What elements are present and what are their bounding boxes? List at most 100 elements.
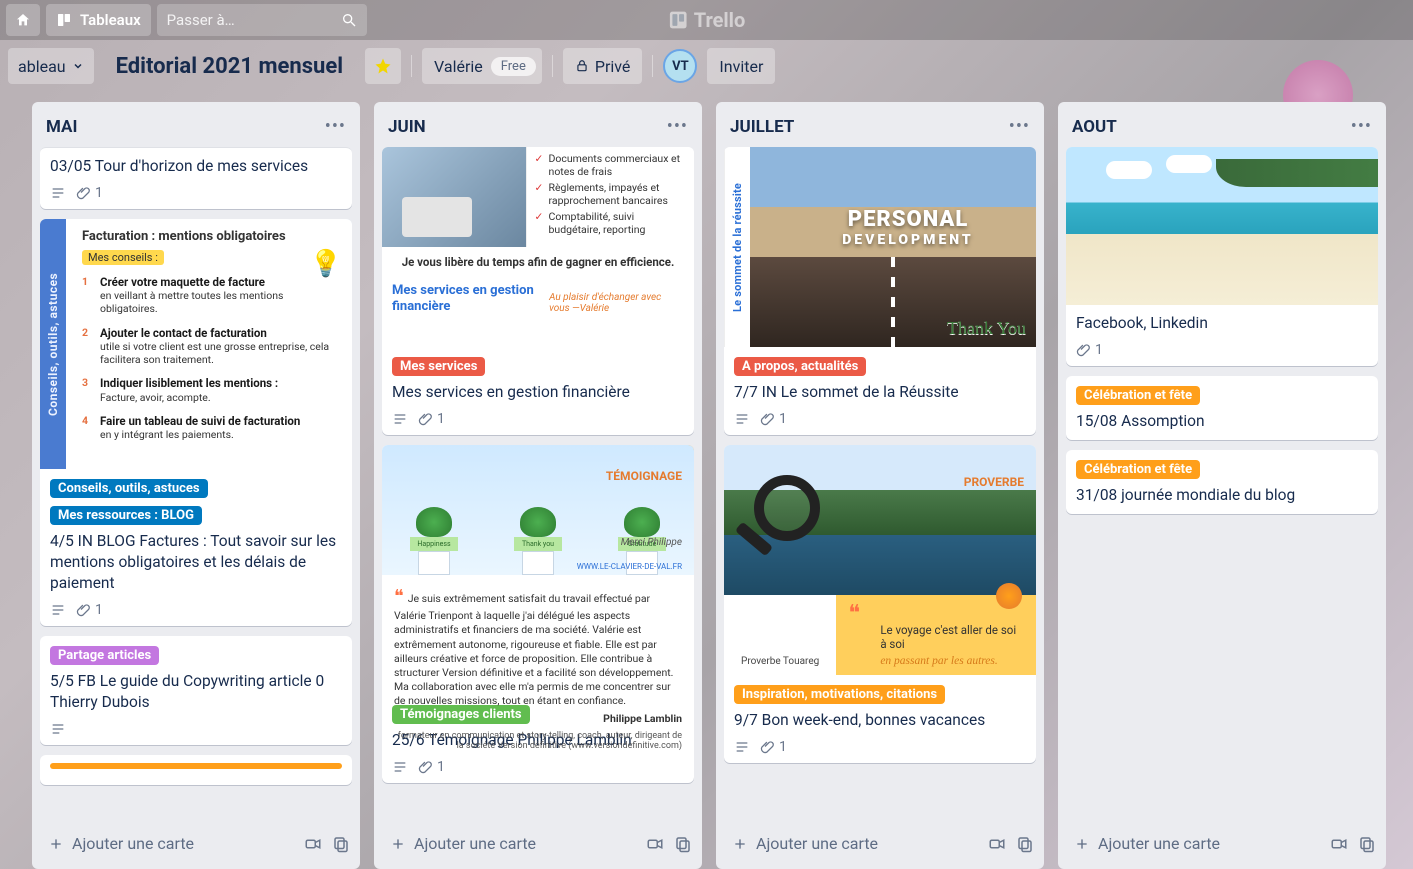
lock-icon xyxy=(575,59,589,73)
card[interactable] xyxy=(40,755,352,785)
video-icon[interactable] xyxy=(646,835,664,853)
card[interactable]: Facebook, Linkedin 1 xyxy=(1066,147,1378,366)
boards-icon xyxy=(56,12,72,28)
topbar: Tableaux Passer à… Trello xyxy=(0,0,1413,40)
video-icon[interactable] xyxy=(1330,835,1348,853)
card[interactable]: 03/05 Tour d'horizon de mes services 1 xyxy=(40,147,352,209)
card-label: Mes ressources : BLOG xyxy=(50,506,202,525)
list-title[interactable]: JUIN xyxy=(388,117,426,137)
chevron-down-icon xyxy=(72,60,84,72)
card-cover: Documents commerciaux et notes de frais … xyxy=(382,147,694,347)
description-icon xyxy=(392,411,408,427)
star-icon xyxy=(374,57,392,75)
description-icon xyxy=(50,185,66,201)
list-aout: AOUT ••• Facebook, Linkedin 1 Célébratio… xyxy=(1058,102,1386,869)
card-title: 5/5 FB Le guide du Copywriting article 0… xyxy=(50,671,342,713)
list-mai: MAI ••• 03/05 Tour d'horizon de mes serv… xyxy=(32,102,360,869)
card-cover: Le sommet de la réussite PERSONALDEVELOP… xyxy=(724,147,1036,347)
card-cover: Happiness Thank you Gratitude TÉMOIGNAGE… xyxy=(382,445,694,695)
card-label: A propos, actualités xyxy=(734,357,866,376)
divider xyxy=(411,55,412,77)
search-icon xyxy=(341,12,357,28)
attachment-badge: 1 xyxy=(418,411,445,427)
video-icon[interactable] xyxy=(988,835,1006,853)
boards-button[interactable]: Tableaux xyxy=(46,4,151,36)
card-title: Facebook, Linkedin xyxy=(1076,313,1368,334)
attachment-badge: 1 xyxy=(760,739,787,755)
attachment-badge: 1 xyxy=(76,602,103,618)
card[interactable]: Célébration et fête 15/08 Assomption xyxy=(1066,376,1378,440)
list-juillet: JUILLET ••• Le sommet de la réussite PER… xyxy=(716,102,1044,869)
invite-label: Inviter xyxy=(719,57,763,76)
description-icon xyxy=(734,739,750,755)
visibility-label: Privé xyxy=(595,57,631,76)
add-card-button[interactable]: Ajouter une carte xyxy=(1068,828,1226,859)
template-icon[interactable] xyxy=(674,835,692,853)
card[interactable]: Partage articles 5/5 FB Le guide du Copy… xyxy=(40,636,352,745)
card[interactable]: Le sommet de la réussite PERSONALDEVELOP… xyxy=(724,147,1036,435)
card-cover: Conseils, outils, astuces Facturation : … xyxy=(40,219,352,469)
star-button[interactable] xyxy=(365,48,401,84)
card-cover xyxy=(1066,147,1378,305)
card-label: Mes services xyxy=(392,357,485,376)
list-title[interactable]: JUILLET xyxy=(730,117,794,137)
card-title: 7/7 IN Le sommet de la Réussite xyxy=(734,382,1026,403)
board-title[interactable]: Editorial 2021 mensuel xyxy=(104,54,355,79)
card[interactable]: PROVERBE Proverbe Touareg Le voyage c'es… xyxy=(724,445,1036,763)
list-menu-button[interactable]: ••• xyxy=(1347,112,1376,141)
workspace-user: Valérie xyxy=(434,57,483,76)
board-bar: ableau Editorial 2021 mensuel Valérie Fr… xyxy=(0,40,1413,92)
card-title: 31/08 journée mondiale du blog xyxy=(1076,485,1368,506)
card-label: Partage articles xyxy=(50,646,159,665)
search-input[interactable]: Passer à… xyxy=(157,4,367,36)
card-cover: PROVERBE Proverbe Touareg Le voyage c'es… xyxy=(724,445,1036,675)
description-icon xyxy=(392,759,408,775)
list-menu-button[interactable]: ••• xyxy=(1005,112,1034,141)
video-icon[interactable] xyxy=(304,835,322,853)
list-title[interactable]: MAI xyxy=(46,117,77,137)
add-card-button[interactable]: Ajouter une carte xyxy=(42,828,200,859)
card[interactable]: Conseils, outils, astuces Facturation : … xyxy=(40,219,352,626)
plus-icon xyxy=(390,836,406,852)
plan-badge: Free xyxy=(491,57,536,76)
trello-logo-icon xyxy=(668,10,688,30)
board-dropdown[interactable]: ableau xyxy=(8,48,94,84)
card[interactable]: Happiness Thank you Gratitude TÉMOIGNAGE… xyxy=(382,445,694,783)
description-icon xyxy=(50,602,66,618)
card-label: Célébration et fête xyxy=(1076,460,1200,479)
card-title: 15/08 Assomption xyxy=(1076,411,1368,432)
board: MAI ••• 03/05 Tour d'horizon de mes serv… xyxy=(0,92,1413,869)
avatar[interactable]: VT xyxy=(663,49,697,83)
list-title[interactable]: AOUT xyxy=(1072,117,1117,137)
plus-icon xyxy=(1074,836,1090,852)
template-icon[interactable] xyxy=(1016,835,1034,853)
brand-label: Trello xyxy=(694,8,746,32)
card-title: 03/05 Tour d'horizon de mes services xyxy=(50,156,342,177)
card[interactable]: Documents commerciaux et notes de frais … xyxy=(382,147,694,435)
add-card-button[interactable]: Ajouter une carte xyxy=(726,828,884,859)
list-menu-button[interactable]: ••• xyxy=(663,112,692,141)
attachment-badge: 1 xyxy=(760,411,787,427)
divider xyxy=(552,55,553,77)
search-placeholder: Passer à… xyxy=(167,11,235,29)
card-title: 4/5 IN BLOG Factures : Tout savoir sur l… xyxy=(50,531,342,594)
card-label: Conseils, outils, astuces xyxy=(50,479,208,498)
visibility-button[interactable]: Privé xyxy=(563,48,643,84)
paperclip-icon xyxy=(76,185,91,200)
add-card-button[interactable]: Ajouter une carte xyxy=(384,828,542,859)
brand: Trello xyxy=(668,8,746,32)
invite-button[interactable]: Inviter xyxy=(707,48,775,84)
template-icon[interactable] xyxy=(332,835,350,853)
list-menu-button[interactable]: ••• xyxy=(321,112,350,141)
attachment-badge: 1 xyxy=(1076,342,1103,358)
card-title: 9/7 Bon week-end, bonnes vacances xyxy=(734,710,1026,731)
workspace-chip[interactable]: Valérie Free xyxy=(422,48,542,84)
boards-label: Tableaux xyxy=(80,11,141,29)
home-button[interactable] xyxy=(6,4,40,36)
template-icon[interactable] xyxy=(1358,835,1376,853)
card-label: Inspiration, motivations, citations xyxy=(734,685,945,704)
card[interactable]: Célébration et fête 31/08 journée mondia… xyxy=(1066,450,1378,514)
description-icon xyxy=(50,721,66,737)
plus-icon xyxy=(732,836,748,852)
card-title: Mes services en gestion financière xyxy=(392,382,684,403)
